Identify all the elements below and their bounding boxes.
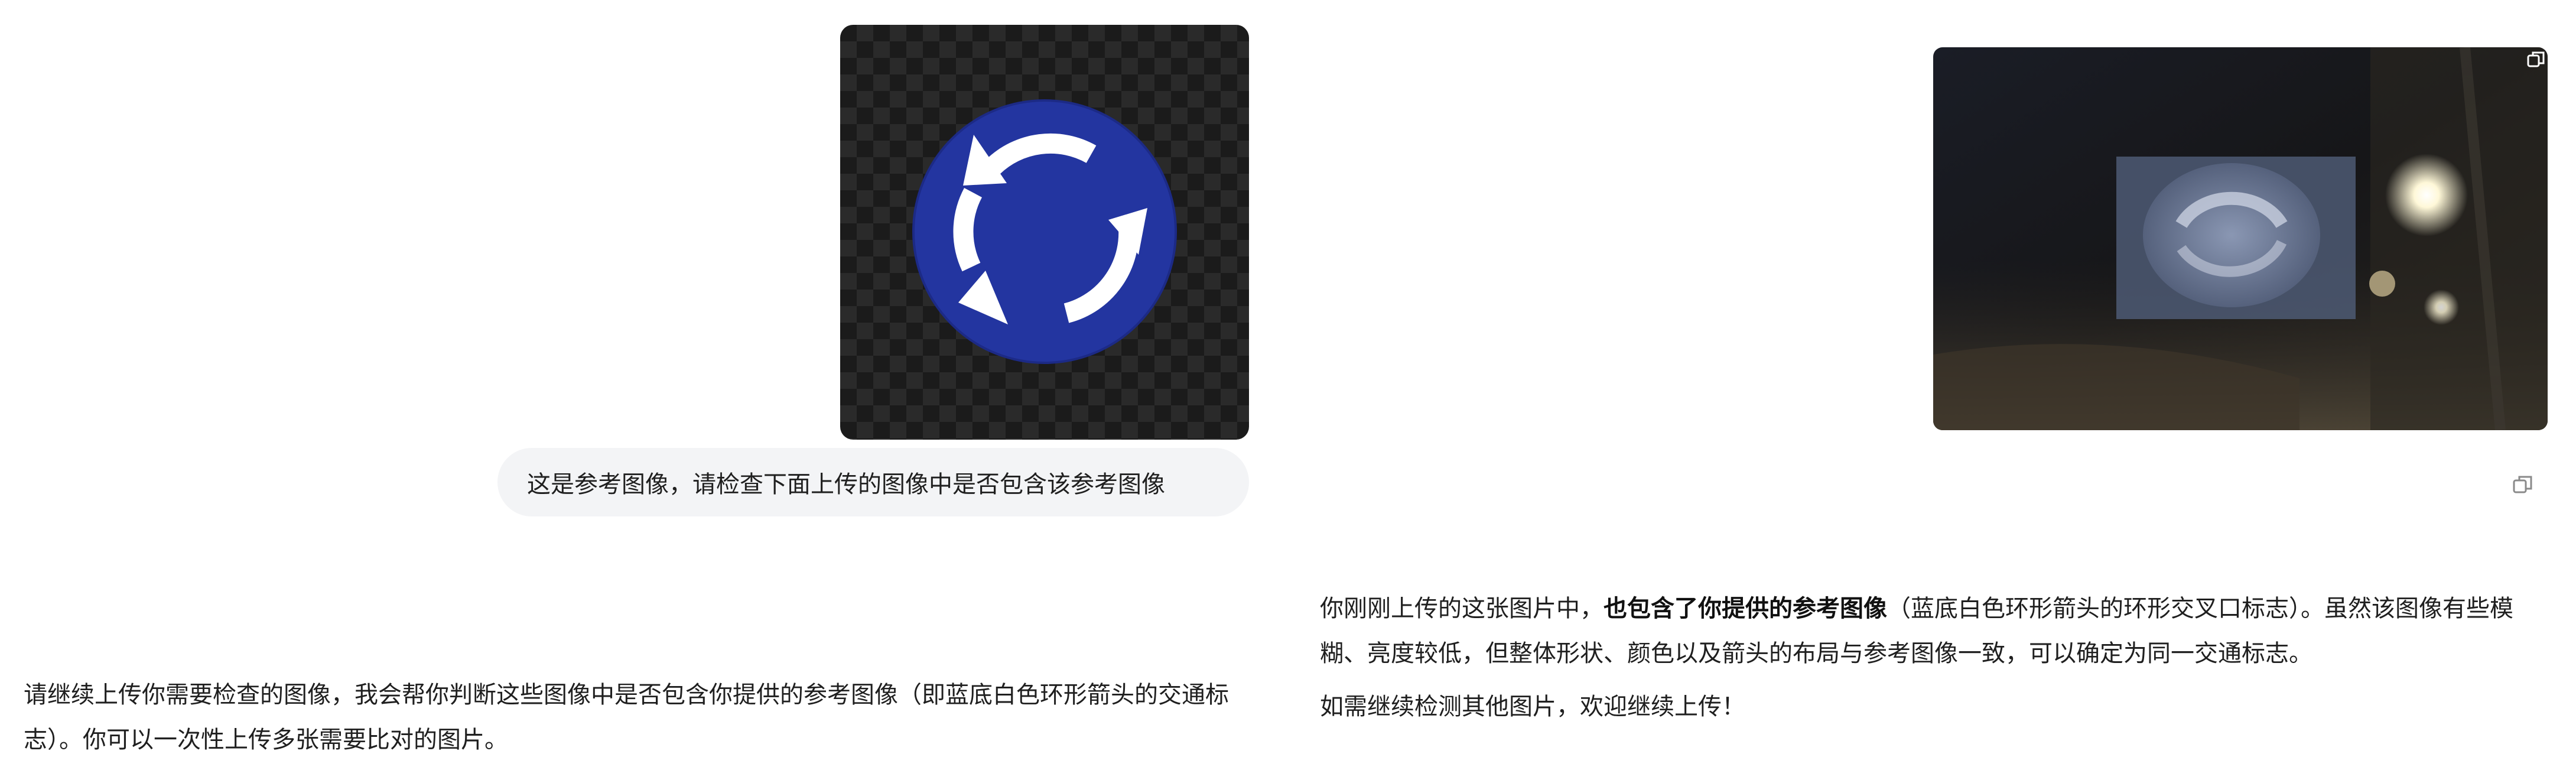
answer-bold: 也包含了你提供的参考图像 — [1604, 595, 1887, 622]
assistant-reply: 请继续上传你需要检查的图像，我会帮你判断这些图像中是否包含你提供的参考图像（即蓝… — [24, 681, 1229, 753]
answer-intro: 你刚刚上传的这张图片中， — [1320, 595, 1604, 622]
answer-paragraph: 你刚刚上传的这张图片中，也包含了你提供的参考图像（蓝底白色环形箭头的环形交叉口标… — [1320, 586, 2525, 676]
night-street-photo — [1933, 47, 2548, 430]
answer-followup: 如需继续检测其他图片，欢迎继续上传！ — [1320, 693, 1745, 720]
user-message-text: 这是参考图像，请检查下面上传的图像中是否包含该参考图像 — [527, 471, 1165, 498]
reference-image[interactable] — [840, 25, 1249, 440]
assistant-answer: 你刚刚上传的这张图片中，也包含了你提供的参考图像（蓝底白色环形箭头的环形交叉口标… — [1320, 586, 2525, 729]
roundabout-sign-icon — [912, 99, 1177, 364]
copy-icon[interactable] — [2510, 472, 2536, 498]
copy-corner-icon[interactable] — [2526, 50, 2546, 70]
user-message-bubble: 这是参考图像，请检查下面上传的图像中是否包含该参考图像 — [497, 448, 1249, 516]
uploaded-photo[interactable] — [1933, 47, 2548, 430]
